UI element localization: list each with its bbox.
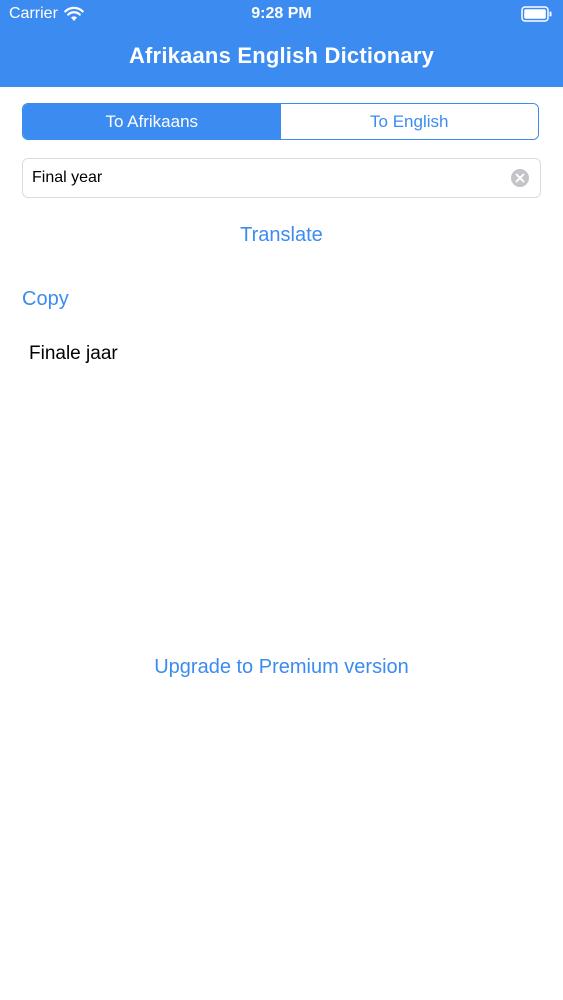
upgrade-premium-button[interactable]: Upgrade to Premium version [0, 656, 563, 679]
battery-icon [521, 6, 552, 22]
navigation-header: Carrier 9:28 PM Afrikaans English Dictio… [0, 0, 563, 87]
segment-to-english[interactable]: To English [280, 104, 538, 139]
segment-to-afrikaans[interactable]: To Afrikaans [23, 104, 281, 139]
search-input[interactable] [32, 169, 510, 187]
status-bar: Carrier 9:28 PM [0, 0, 563, 30]
page-title: Afrikaans English Dictionary [128, 43, 435, 68]
copy-button[interactable]: Copy [22, 288, 69, 311]
clear-icon[interactable] [510, 168, 530, 188]
status-time: 9:28 PM [251, 5, 312, 22]
direction-segmented-control: To Afrikaans To English [22, 103, 539, 140]
translate-button[interactable]: Translate [0, 224, 563, 247]
search-box [22, 158, 541, 198]
translation-result: Finale jaar [29, 343, 118, 364]
